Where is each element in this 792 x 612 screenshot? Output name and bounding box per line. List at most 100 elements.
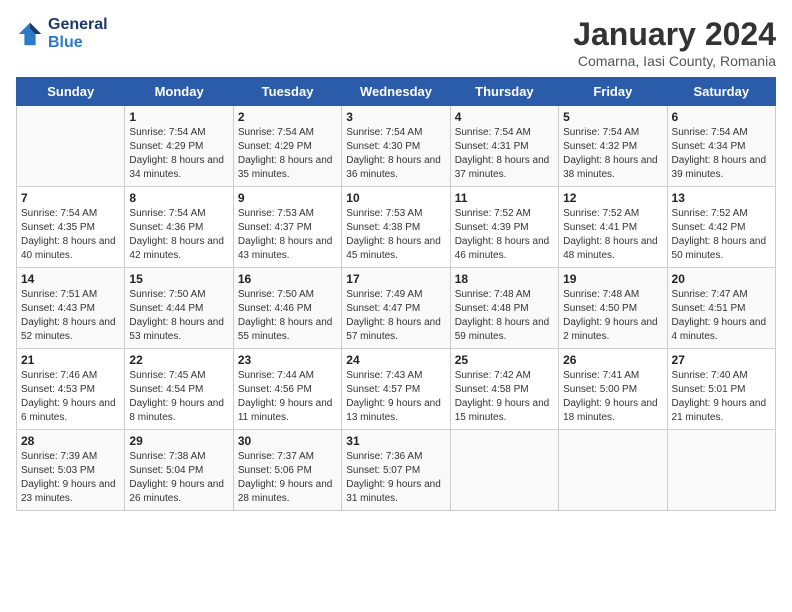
day-number: 5: [563, 110, 662, 124]
day-info: Sunrise: 7:39 AMSunset: 5:03 PMDaylight:…: [21, 450, 120, 506]
day-number: 30: [238, 434, 337, 448]
day-info: Sunrise: 7:47 AMSunset: 4:51 PMDaylight:…: [672, 288, 771, 344]
day-number: 18: [455, 272, 554, 286]
day-header-tuesday: Tuesday: [233, 78, 341, 106]
day-info: Sunrise: 7:40 AMSunset: 5:01 PMDaylight:…: [672, 369, 771, 425]
day-number: 2: [238, 110, 337, 124]
day-number: 4: [455, 110, 554, 124]
day-info: Sunrise: 7:36 AMSunset: 5:07 PMDaylight:…: [346, 450, 445, 506]
day-number: 24: [346, 353, 445, 367]
calendar-cell: 22Sunrise: 7:45 AMSunset: 4:54 PMDayligh…: [125, 349, 233, 430]
calendar-cell: 10Sunrise: 7:53 AMSunset: 4:38 PMDayligh…: [342, 187, 450, 268]
day-number: 8: [129, 191, 228, 205]
day-info: Sunrise: 7:44 AMSunset: 4:56 PMDaylight:…: [238, 369, 337, 425]
calendar-cell: 11 Sunrise: 7:52 AMSunset: 4:39 PMDayligh…: [450, 187, 558, 268]
day-number: 31: [346, 434, 445, 448]
day-number: 3: [346, 110, 445, 124]
calendar-cell: 20 Sunrise: 7:47 AMSunset: 4:51 PMDayligh…: [667, 268, 775, 349]
day-number: 20: [672, 272, 771, 286]
day-info: Sunrise: 7:50 AMSunset: 4:44 PMDaylight:…: [129, 288, 228, 344]
day-info: Sunrise: 7:54 AMSunset: 4:35 PMDaylight:…: [21, 207, 120, 263]
calendar-cell: 30 Sunrise: 7:37 AMSunset: 5:06 PMDayligh…: [233, 430, 341, 511]
week-row-4: 21 Sunrise: 7:46 AMSunset: 4:53 PMDayligh…: [17, 349, 776, 430]
calendar-cell: 5 Sunrise: 7:54 AMSunset: 4:32 PMDaylight…: [559, 106, 667, 187]
day-info: Sunrise: 7:54 AMSunset: 4:29 PMDaylight:…: [129, 126, 228, 182]
day-number: 9: [238, 191, 337, 205]
day-info: Sunrise: 7:52 AMSunset: 4:41 PMDaylight:…: [563, 207, 662, 263]
calendar-cell: 4 Sunrise: 7:54 AMSunset: 4:31 PMDaylight…: [450, 106, 558, 187]
week-row-2: 7 Sunrise: 7:54 AMSunset: 4:35 PMDaylight…: [17, 187, 776, 268]
calendar-cell: 24 Sunrise: 7:43 AMSunset: 4:57 PMDayligh…: [342, 349, 450, 430]
day-info: Sunrise: 7:53 AMSunset: 4:37 PMDaylight:…: [238, 207, 337, 263]
day-info: Sunrise: 7:41 AMSunset: 5:00 PMDaylight:…: [563, 369, 662, 425]
calendar-cell: [559, 430, 667, 511]
calendar-cell: 25Sunrise: 7:42 AMSunset: 4:58 PMDayligh…: [450, 349, 558, 430]
day-number: 6: [672, 110, 771, 124]
calendar-cell: [667, 430, 775, 511]
week-row-1: 1 Sunrise: 7:54 AMSunset: 4:29 PMDaylight…: [17, 106, 776, 187]
calendar-cell: 21 Sunrise: 7:46 AMSunset: 4:53 PMDayligh…: [17, 349, 125, 430]
days-header-row: SundayMondayTuesdayWednesdayThursdayFrid…: [17, 78, 776, 106]
header: General Blue January 2024 Comarna, Iasi …: [16, 16, 776, 69]
calendar-subtitle: Comarna, Iasi County, Romania: [573, 53, 776, 69]
day-header-saturday: Saturday: [667, 78, 775, 106]
day-header-monday: Monday: [125, 78, 233, 106]
calendar-cell: 15 Sunrise: 7:50 AMSunset: 4:44 PMDayligh…: [125, 268, 233, 349]
day-info: Sunrise: 7:54 AMSunset: 4:34 PMDaylight:…: [672, 126, 771, 182]
calendar-cell: [17, 106, 125, 187]
day-number: 16: [238, 272, 337, 286]
calendar-cell: 3 Sunrise: 7:54 AMSunset: 4:30 PMDaylight…: [342, 106, 450, 187]
day-header-thursday: Thursday: [450, 78, 558, 106]
day-header-wednesday: Wednesday: [342, 78, 450, 106]
day-header-sunday: Sunday: [17, 78, 125, 106]
day-number: 15: [129, 272, 228, 286]
calendar-cell: 12 Sunrise: 7:52 AMSunset: 4:41 PMDayligh…: [559, 187, 667, 268]
day-info: Sunrise: 7:43 AMSunset: 4:57 PMDaylight:…: [346, 369, 445, 425]
day-number: 12: [563, 191, 662, 205]
calendar-title: January 2024: [573, 16, 776, 53]
day-info: Sunrise: 7:46 AMSunset: 4:53 PMDaylight:…: [21, 369, 120, 425]
logo: General Blue: [16, 16, 108, 52]
day-info: Sunrise: 7:54 AMSunset: 4:30 PMDaylight:…: [346, 126, 445, 182]
day-info: Sunrise: 7:54 AMSunset: 4:31 PMDaylight:…: [455, 126, 554, 182]
day-number: 26: [563, 353, 662, 367]
week-row-5: 28 Sunrise: 7:39 AMSunset: 5:03 PMDayligh…: [17, 430, 776, 511]
calendar-cell: 16Sunrise: 7:50 AMSunset: 4:46 PMDayligh…: [233, 268, 341, 349]
day-header-friday: Friday: [559, 78, 667, 106]
calendar-cell: 19 Sunrise: 7:48 AMSunset: 4:50 PMDayligh…: [559, 268, 667, 349]
day-info: Sunrise: 7:54 AMSunset: 4:32 PMDaylight:…: [563, 126, 662, 182]
day-info: Sunrise: 7:54 AMSunset: 4:36 PMDaylight:…: [129, 207, 228, 263]
day-number: 17: [346, 272, 445, 286]
calendar-cell: 8 Sunrise: 7:54 AMSunset: 4:36 PMDaylight…: [125, 187, 233, 268]
day-number: 25: [455, 353, 554, 367]
calendar-cell: 18 Sunrise: 7:48 AMSunset: 4:48 PMDayligh…: [450, 268, 558, 349]
day-info: Sunrise: 7:48 AMSunset: 4:48 PMDaylight:…: [455, 288, 554, 344]
day-number: 28: [21, 434, 120, 448]
day-number: 22: [129, 353, 228, 367]
week-row-3: 14Sunrise: 7:51 AMSunset: 4:43 PMDayligh…: [17, 268, 776, 349]
day-number: 13: [672, 191, 771, 205]
calendar-cell: 17 Sunrise: 7:49 AMSunset: 4:47 PMDayligh…: [342, 268, 450, 349]
day-number: 23: [238, 353, 337, 367]
day-info: Sunrise: 7:48 AMSunset: 4:50 PMDaylight:…: [563, 288, 662, 344]
title-area: January 2024 Comarna, Iasi County, Roman…: [573, 16, 776, 69]
day-info: Sunrise: 7:37 AMSunset: 5:06 PMDaylight:…: [238, 450, 337, 506]
calendar-cell: 6 Sunrise: 7:54 AMSunset: 4:34 PMDaylight…: [667, 106, 775, 187]
day-info: Sunrise: 7:38 AMSunset: 5:04 PMDaylight:…: [129, 450, 228, 506]
day-info: Sunrise: 7:52 AMSunset: 4:39 PMDaylight:…: [455, 207, 554, 263]
day-number: 11: [455, 191, 554, 205]
day-number: 1: [129, 110, 228, 124]
day-number: 19: [563, 272, 662, 286]
day-info: Sunrise: 7:52 AMSunset: 4:42 PMDaylight:…: [672, 207, 771, 263]
calendar-cell: 23 Sunrise: 7:44 AMSunset: 4:56 PMDayligh…: [233, 349, 341, 430]
day-number: 14: [21, 272, 120, 286]
calendar-cell: 2Sunrise: 7:54 AMSunset: 4:29 PMDaylight…: [233, 106, 341, 187]
calendar-cell: 31 Sunrise: 7:36 AMSunset: 5:07 PMDayligh…: [342, 430, 450, 511]
day-number: 21: [21, 353, 120, 367]
calendar-cell: 1 Sunrise: 7:54 AMSunset: 4:29 PMDaylight…: [125, 106, 233, 187]
calendar-cell: 27Sunrise: 7:40 AMSunset: 5:01 PMDayligh…: [667, 349, 775, 430]
day-number: 7: [21, 191, 120, 205]
day-info: Sunrise: 7:49 AMSunset: 4:47 PMDaylight:…: [346, 288, 445, 344]
logo-icon: [16, 20, 44, 48]
calendar-cell: 9 Sunrise: 7:53 AMSunset: 4:37 PMDaylight…: [233, 187, 341, 268]
